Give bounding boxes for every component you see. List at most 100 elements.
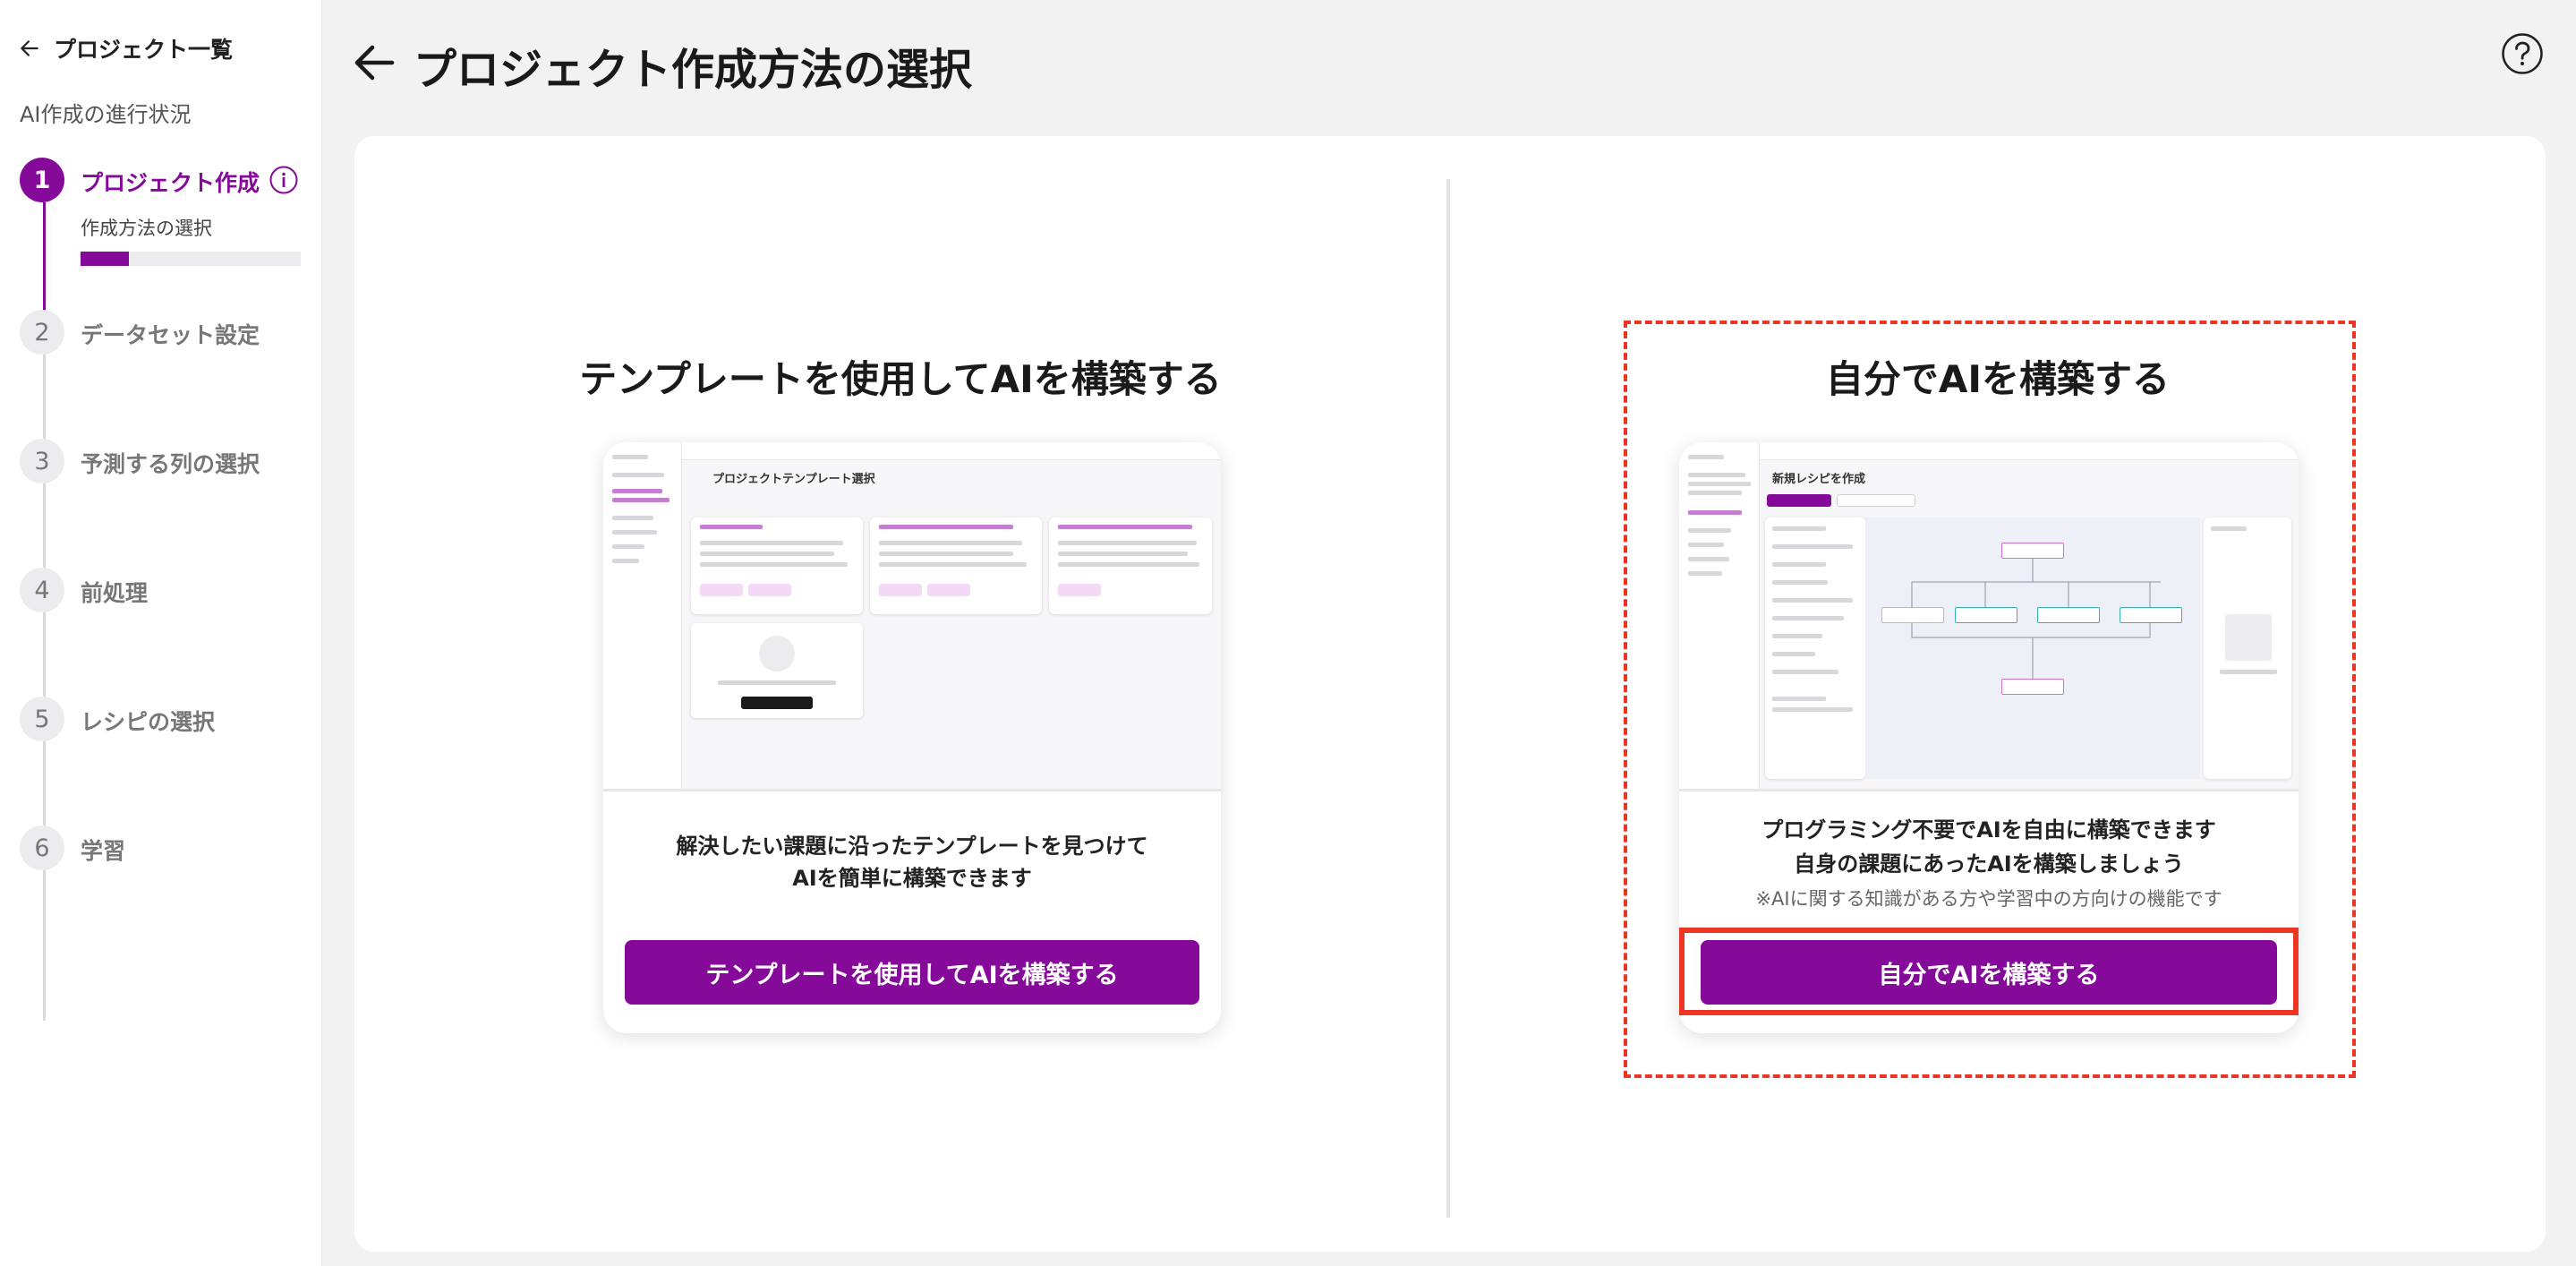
preview-parameter-panel bbox=[2204, 518, 2291, 779]
preview-line bbox=[612, 473, 664, 477]
back-to-project-list-link[interactable]: プロジェクト一覧 bbox=[18, 32, 233, 64]
preview-line bbox=[1688, 557, 1729, 561]
step-number: 2 bbox=[20, 310, 64, 355]
template-preview-screenshot: プロジェクトテンプレート選択 bbox=[603, 442, 1221, 791]
preview-line bbox=[879, 562, 1027, 567]
arrow-left-icon bbox=[21, 40, 38, 56]
preview-tag bbox=[879, 584, 922, 596]
preview-line bbox=[2211, 526, 2247, 531]
preview-line bbox=[1058, 562, 1199, 567]
preview-line bbox=[879, 525, 1013, 529]
preview-node bbox=[2037, 607, 2100, 623]
step-label: 前処理 bbox=[81, 580, 149, 606]
template-option-title: テンプレートを使用してAIを構築する bbox=[579, 357, 1222, 401]
back-link-label: プロジェクト一覧 bbox=[54, 37, 234, 63]
help-icon[interactable] bbox=[2501, 32, 2544, 75]
preview-line bbox=[612, 559, 639, 563]
step-label: 学習 bbox=[81, 838, 126, 864]
preview-line bbox=[1772, 707, 1853, 712]
preview-tab bbox=[1837, 494, 1915, 507]
step-3: 3 予測する列の選択 bbox=[20, 439, 260, 483]
preview-tag bbox=[700, 584, 743, 596]
step-number: 6 bbox=[20, 825, 64, 870]
step-4: 4 前処理 bbox=[20, 568, 148, 612]
step-5: 5 レシピの選択 bbox=[20, 697, 215, 741]
preview-heading: 新規レシピを作成 bbox=[1772, 473, 1866, 486]
build-ai-yourself-button[interactable]: 自分でAIを構築する bbox=[1701, 940, 2277, 1005]
preview-button bbox=[741, 697, 813, 709]
template-description-line-2: AIを簡単に構築できます bbox=[792, 866, 1032, 891]
preview-tabbar bbox=[682, 442, 1221, 460]
preview-line bbox=[1772, 697, 1826, 701]
preview-line bbox=[612, 498, 670, 502]
back-arrow-icon[interactable] bbox=[351, 39, 397, 86]
step-progress-bar bbox=[81, 252, 301, 266]
preview-line bbox=[612, 530, 657, 535]
preview-line bbox=[1688, 571, 1722, 576]
preview-node bbox=[2120, 607, 2182, 623]
step-label: データセット設定 bbox=[81, 322, 260, 348]
column-divider bbox=[1446, 179, 1450, 1218]
preview-template-card bbox=[691, 518, 863, 614]
template-option-card: プロジェクトテンプレート選択 解決したい課題に沿ったテンプレートを見つけて AI… bbox=[603, 442, 1221, 1033]
preview-line bbox=[1688, 528, 1731, 533]
progress-heading: AI作成の進行状況 bbox=[20, 102, 192, 127]
preview-block-list bbox=[1765, 518, 1865, 779]
preview-line bbox=[1688, 455, 1724, 459]
preview-heading: プロジェクトテンプレート選択 bbox=[712, 473, 875, 486]
sidebar: プロジェクト一覧 AI作成の進行状況 1 プロジェクト作成 作成方法の選択 2 … bbox=[0, 0, 322, 1266]
preview-tag bbox=[748, 584, 791, 596]
step-2: 2 データセット設定 bbox=[20, 310, 260, 355]
preview-sidebar bbox=[1679, 442, 1760, 789]
custom-option-title: 自分でAIを構築する bbox=[1825, 357, 2171, 401]
preview-line bbox=[1772, 652, 1815, 656]
preview-tag bbox=[1058, 584, 1101, 596]
use-template-button[interactable]: テンプレートを使用してAIを構築する bbox=[625, 940, 1199, 1005]
step-number: 1 bbox=[20, 158, 64, 202]
preview-node bbox=[1881, 607, 1944, 623]
preview-line bbox=[1772, 580, 1828, 585]
custom-preview-screenshot: 新規レシピを作成 bbox=[1679, 442, 2299, 791]
custom-option-card: 新規レシピを作成 プログラミング不要でAIを自由に構築できます 自身の課題にあっ… bbox=[1679, 442, 2299, 1033]
preview-line bbox=[1772, 598, 1853, 603]
preview-tab-active bbox=[1767, 494, 1831, 507]
preview-canvas bbox=[1865, 518, 2200, 779]
custom-description-note: ※AIに関する知識がある方や学習中の方向けの機能です bbox=[1755, 888, 2222, 910]
preview-line bbox=[700, 525, 763, 529]
preview-line bbox=[1688, 473, 1745, 477]
step-progress-fill bbox=[81, 252, 130, 266]
preview-tabbar bbox=[1760, 442, 2299, 460]
preview-line bbox=[879, 541, 1022, 545]
preview-line bbox=[1688, 482, 1751, 486]
step-6: 6 学習 bbox=[20, 825, 125, 870]
info-icon[interactable] bbox=[269, 165, 299, 195]
preview-line bbox=[612, 455, 648, 459]
preview-line bbox=[1772, 526, 1826, 531]
preview-line bbox=[879, 552, 1013, 556]
preview-empty-card bbox=[691, 623, 863, 718]
step-number: 4 bbox=[20, 568, 64, 612]
method-selection-panel: テンプレートを使用してAIを構築する プロジェクトテンプレート選択 解決したい課… bbox=[354, 136, 2546, 1252]
custom-description-line-2: 自身の課題にあったAIを構築しましょう bbox=[1794, 851, 2184, 877]
preview-line bbox=[1058, 525, 1192, 529]
preview-line bbox=[612, 489, 662, 493]
preview-line bbox=[1058, 552, 1188, 556]
preview-line bbox=[1688, 543, 1724, 547]
preview-placeholder-icon bbox=[2225, 614, 2272, 661]
step-label: レシピの選択 bbox=[81, 709, 216, 735]
preview-line bbox=[700, 552, 834, 556]
preview-line bbox=[1688, 510, 1742, 515]
step-number: 3 bbox=[20, 439, 64, 483]
preview-line bbox=[700, 562, 848, 567]
step-sub-label: 作成方法の選択 bbox=[81, 218, 212, 239]
template-description-line-1: 解決したい課題に沿ったテンプレートを見つけて bbox=[676, 834, 1148, 859]
preview-node bbox=[2001, 679, 2064, 695]
preview-line bbox=[612, 544, 644, 549]
preview-tag bbox=[927, 584, 970, 596]
step-1: 1 プロジェクト作成 作成方法の選択 bbox=[20, 158, 301, 266]
step-label: 予測する列の選択 bbox=[81, 451, 260, 477]
preview-line bbox=[1688, 491, 1742, 495]
preview-line bbox=[718, 680, 836, 685]
preview-line bbox=[1058, 541, 1197, 545]
step-connector bbox=[43, 331, 46, 1021]
